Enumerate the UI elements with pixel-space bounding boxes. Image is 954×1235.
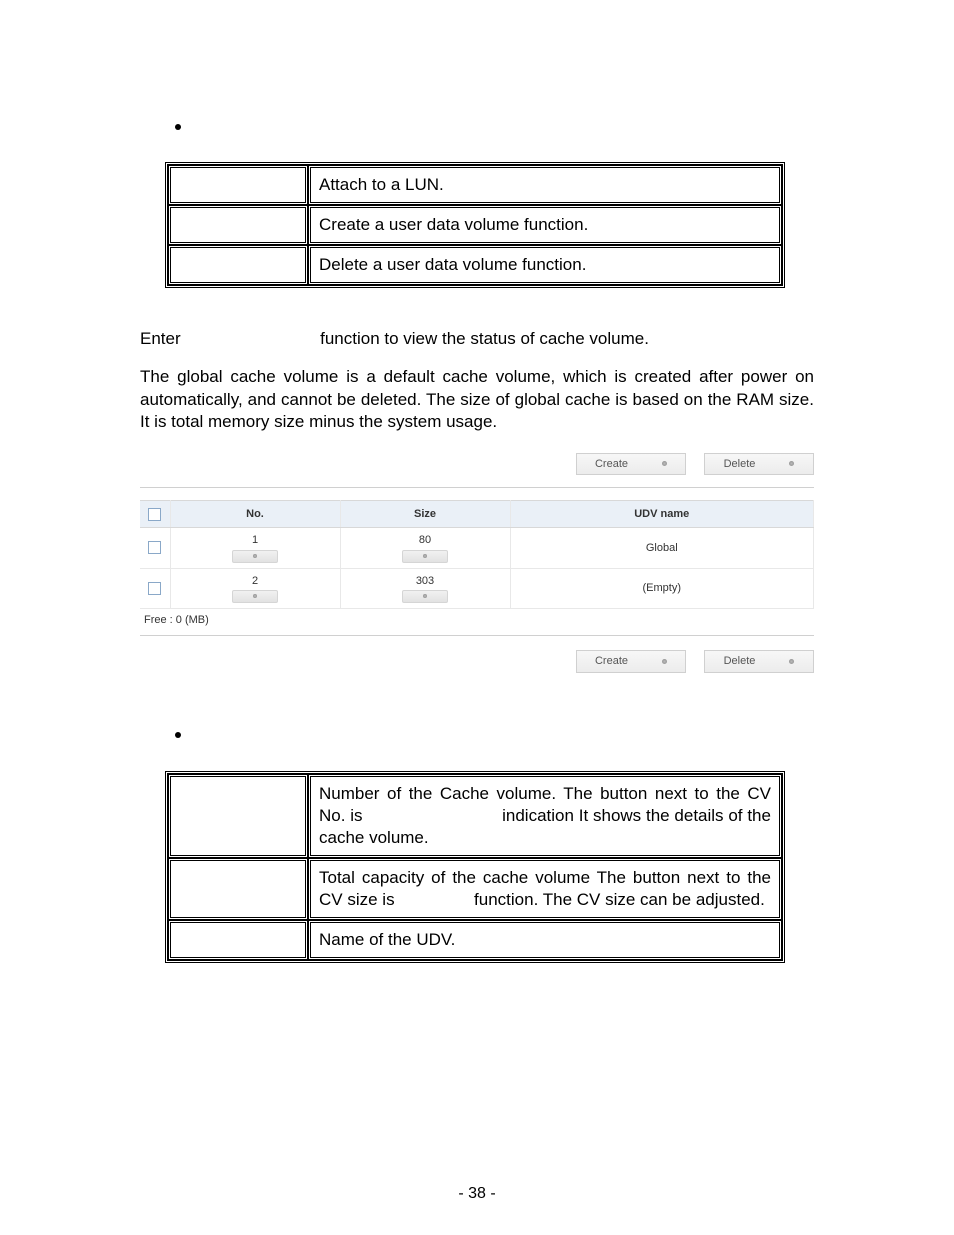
table-cell-empty bbox=[168, 165, 308, 205]
cv-size: 80 bbox=[419, 533, 431, 547]
row-select bbox=[140, 528, 170, 568]
delete-button[interactable]: Delete bbox=[704, 650, 814, 672]
enter-suffix: function to view the status of cache vol… bbox=[320, 329, 649, 348]
table-cell-text: Delete a user data volume function. bbox=[308, 245, 782, 285]
table-row: Attach to a LUN. bbox=[168, 165, 782, 205]
free-label: Free : 0 (MB) bbox=[140, 609, 814, 636]
checkbox[interactable] bbox=[148, 508, 161, 521]
table-row: 2 303 (Empty) bbox=[140, 568, 814, 608]
resize-button[interactable] bbox=[402, 590, 448, 603]
create-button[interactable]: Create bbox=[576, 650, 686, 672]
dot-icon bbox=[789, 461, 794, 466]
table-cell-empty bbox=[168, 858, 308, 920]
enter-paragraph: Enter function to view the status of cac… bbox=[140, 328, 814, 350]
table-row: Create a user data volume function. bbox=[168, 205, 782, 245]
row-udv: Global bbox=[510, 528, 814, 568]
table-cell-text: Total capacity of the cache volume The b… bbox=[308, 858, 782, 920]
col-udv-header: UDV name bbox=[510, 501, 814, 528]
table-cell-text: Number of the Cache volume. The button n… bbox=[308, 774, 782, 858]
cv-size: 303 bbox=[416, 574, 434, 588]
figure-actions-top: Create Delete bbox=[140, 451, 814, 488]
row-size: 80 bbox=[340, 528, 510, 568]
enter-prefix: Enter bbox=[140, 329, 181, 348]
bullet-1 bbox=[175, 120, 814, 142]
more-info-button[interactable] bbox=[232, 590, 278, 603]
resize-button[interactable] bbox=[402, 550, 448, 563]
dot-icon bbox=[423, 594, 427, 598]
global-desc-paragraph: The global cache volume is a default cac… bbox=[140, 366, 814, 432]
col-no-header: No. bbox=[170, 501, 340, 528]
row-no: 1 bbox=[170, 528, 340, 568]
table-cell-text: Name of the UDV. bbox=[308, 920, 782, 960]
text-b: indication It shows the bbox=[502, 806, 669, 825]
dot-icon bbox=[253, 594, 257, 598]
text-c: adjusted. bbox=[696, 890, 765, 909]
delete-label: Delete bbox=[724, 654, 756, 668]
table-row: Delete a user data volume function. bbox=[168, 245, 782, 285]
cache-volume-figure: Create Delete No. Size UDV name bbox=[140, 451, 814, 679]
col-size-header: Size bbox=[340, 501, 510, 528]
table-cell-text: Create a user data volume function. bbox=[308, 205, 782, 245]
udv-operations-table: Attach to a LUN. Create a user data volu… bbox=[165, 162, 785, 288]
bullet-icon bbox=[175, 124, 181, 130]
table-row: Total capacity of the cache volume The b… bbox=[168, 858, 782, 920]
bullet-2 bbox=[175, 729, 814, 751]
cache-volume-table: No. Size UDV name 1 80 bbox=[140, 500, 814, 609]
cv-no: 2 bbox=[252, 574, 258, 588]
delete-button[interactable]: Delete bbox=[704, 453, 814, 475]
select-all-header bbox=[140, 501, 170, 528]
page: Attach to a LUN. Create a user data volu… bbox=[0, 0, 954, 1235]
dot-icon bbox=[789, 659, 794, 664]
row-no: 2 bbox=[170, 568, 340, 608]
table-cell-empty bbox=[168, 245, 308, 285]
text-b: function. The CV size can be bbox=[474, 890, 691, 909]
dot-icon bbox=[662, 659, 667, 664]
dot-icon bbox=[253, 554, 257, 558]
table-cell-empty bbox=[168, 774, 308, 858]
table-row: Name of the UDV. bbox=[168, 920, 782, 960]
cv-no: 1 bbox=[252, 533, 258, 547]
cv-column-description-table: Number of the Cache volume. The button n… bbox=[165, 771, 785, 964]
row-udv: (Empty) bbox=[510, 568, 814, 608]
create-button[interactable]: Create bbox=[576, 453, 686, 475]
row-select bbox=[140, 568, 170, 608]
table-row: 1 80 Global bbox=[140, 528, 814, 568]
table-cell-empty bbox=[168, 205, 308, 245]
page-number: - 38 - bbox=[0, 1184, 954, 1205]
table-row: Number of the Cache volume. The button n… bbox=[168, 774, 782, 858]
create-label: Create bbox=[595, 457, 628, 471]
table-header-row: No. Size UDV name bbox=[140, 501, 814, 528]
checkbox[interactable] bbox=[148, 582, 161, 595]
create-label: Create bbox=[595, 654, 628, 668]
figure-actions-bottom: Create Delete bbox=[140, 644, 814, 678]
table-cell-text: Attach to a LUN. bbox=[308, 165, 782, 205]
row-size: 303 bbox=[340, 568, 510, 608]
more-info-button[interactable] bbox=[232, 550, 278, 563]
bullet-icon bbox=[175, 732, 181, 738]
dot-icon bbox=[423, 554, 427, 558]
checkbox[interactable] bbox=[148, 541, 161, 554]
dot-icon bbox=[662, 461, 667, 466]
delete-label: Delete bbox=[724, 457, 756, 471]
table-cell-empty bbox=[168, 920, 308, 960]
